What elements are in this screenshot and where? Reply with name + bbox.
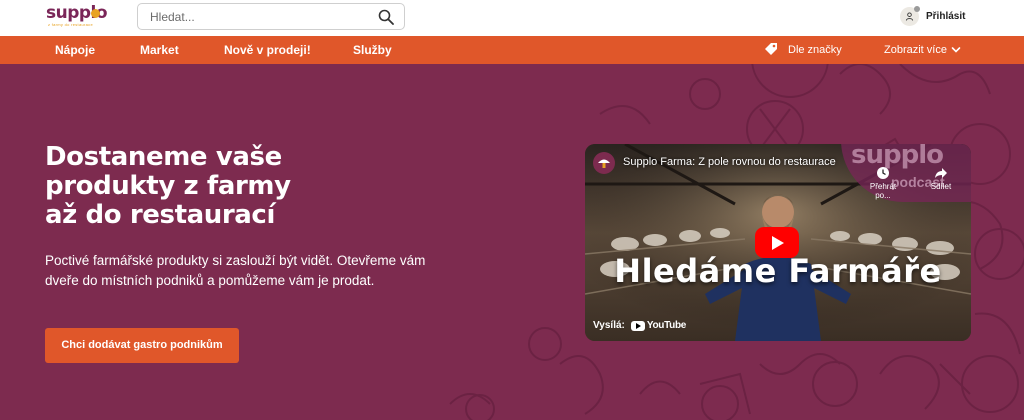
youtube-play-mark: [630, 320, 645, 331]
search-input[interactable]: [150, 9, 370, 25]
nav-item-sluzby[interactable]: Služby: [353, 36, 392, 64]
hero-title: Dostaneme vaše produkty z farmy až do re…: [45, 143, 465, 230]
mushroom-icon: [598, 159, 610, 168]
hero-title-line: produkty z farmy: [45, 171, 291, 201]
clock-icon: [877, 167, 889, 179]
search-icon[interactable]: [378, 9, 394, 25]
status-dot: [914, 5, 920, 12]
hero-description: Poctivé farmářské produkty si zaslouží b…: [45, 253, 426, 288]
nav-item-napoje[interactable]: Nápoje: [55, 36, 95, 64]
share-button[interactable]: Sdílet: [919, 166, 963, 191]
main-nav: Nápoje Market Nově v prodeji! Služby Dle…: [0, 36, 1024, 64]
hero-section: Dostaneme vaše produkty z farmy až do re…: [0, 64, 1024, 420]
chevron-down-icon[interactable]: [951, 45, 961, 55]
nav-item-nove-v-prodeji[interactable]: Nově v prodeji!: [224, 36, 311, 64]
share-label: Sdílet: [930, 182, 952, 191]
cta-button[interactable]: Chci dodávat gastro podnikům: [45, 328, 239, 363]
video-overlay-text: Hledáme Farmáře: [614, 252, 942, 290]
user-avatar: [900, 5, 920, 26]
logo-tagline: z farmy do restaurace: [48, 22, 93, 27]
supplo-logo[interactable]: supplo z farmy do restaurace: [46, 3, 108, 29]
watch-later-label: Přehrát po...: [869, 182, 897, 200]
youtube-video-embed[interactable]: Supplo Farma: Z pole rovnou do restaurac…: [585, 144, 971, 341]
nav-item-market[interactable]: Market: [140, 36, 179, 64]
youtube-wordmark: YouTube: [646, 320, 687, 331]
video-title[interactable]: Supplo Farma: Z pole rovnou do restaurac…: [623, 156, 836, 168]
watch-later-button[interactable]: Přehrát po...: [861, 166, 905, 200]
youtube-icon: YouTube: [630, 320, 687, 331]
channel-avatar[interactable]: [593, 152, 615, 174]
logo-dot: [91, 9, 100, 18]
share-icon: [935, 168, 947, 178]
via-label: Vysílá:: [593, 320, 625, 331]
nav-item-dle-znacky[interactable]: Dle značky: [788, 36, 842, 64]
user-icon: [905, 11, 914, 21]
tag-icon: [765, 43, 777, 55]
hero-title-line: Dostaneme vaše: [45, 142, 282, 172]
hero-title-line: až do restaurací: [45, 200, 275, 230]
watch-on-youtube[interactable]: Vysílá: YouTube: [593, 320, 686, 331]
search-box: [137, 3, 405, 30]
login-button[interactable]: Přihlásit: [900, 5, 966, 26]
login-label: Přihlásit: [926, 10, 966, 22]
nav-item-zobrazit-vice[interactable]: Zobrazit více: [884, 36, 947, 64]
top-header: supplo z farmy do restaurace Přihlásit: [0, 0, 1024, 36]
